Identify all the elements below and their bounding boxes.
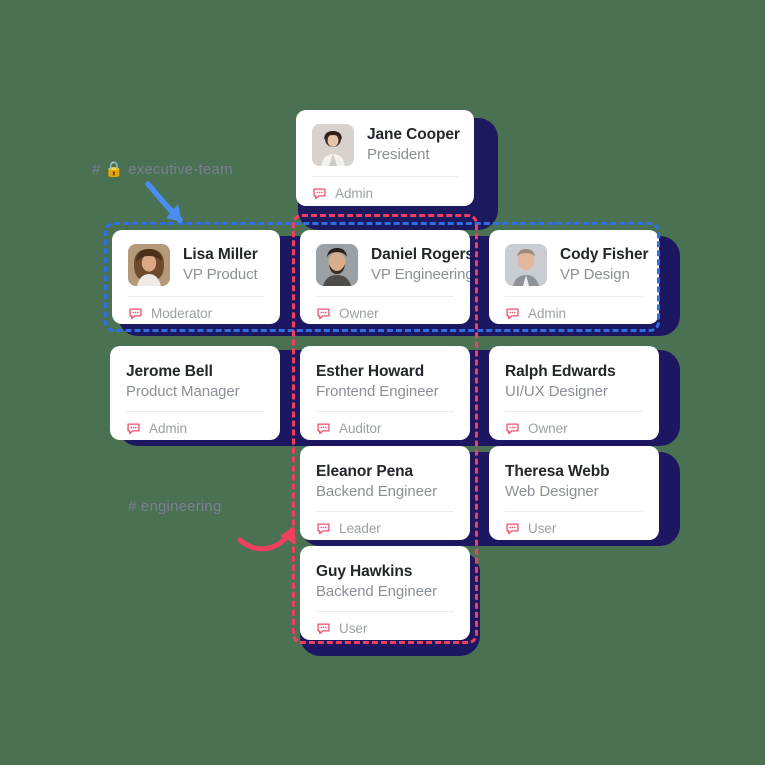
- card-footer: User: [489, 512, 659, 540]
- person-card-theresa-webb[interactable]: Theresa Webb Web Designer User: [489, 446, 659, 540]
- person-role: Backend Engineer: [316, 582, 437, 600]
- person-name: Cody Fisher: [560, 246, 649, 264]
- person-name: Jerome Bell: [126, 363, 213, 380]
- annotation-executive-team: # 🔒 executive-team: [92, 160, 233, 223]
- card-footer: User: [300, 612, 470, 640]
- card-body: Jerome Bell Product Manager: [110, 346, 280, 411]
- person-role: Web Designer: [505, 482, 599, 500]
- chat-bubble-icon: [127, 423, 140, 435]
- person-text: Ralph Edwards UI/UX Designer: [505, 362, 616, 401]
- arrow-down-right-icon: [145, 181, 183, 223]
- role-tag: Admin: [528, 306, 567, 321]
- annotation-engineering: # engineering: [128, 498, 296, 552]
- chat-bubble-icon: [317, 523, 330, 535]
- role-tag: User: [339, 621, 368, 637]
- person-text: Jane Cooper President: [367, 125, 460, 164]
- person-role: Backend Engineer: [316, 482, 437, 500]
- person-text: Daniel Rogers VP Engineering: [371, 245, 470, 284]
- card-body: Lisa Miller VP Product: [112, 230, 280, 296]
- person-name: Daniel Rogers: [371, 246, 470, 264]
- avatar-daniel-rogers: [316, 244, 358, 286]
- person-name: Lisa Miller: [183, 246, 258, 264]
- org-chart-canvas: # 🔒 executive-team # engineering Jane Co…: [0, 0, 765, 765]
- annotation-engineering-label: # engineering: [128, 498, 222, 515]
- chat-bubble-icon: [317, 423, 330, 435]
- person-text: Theresa Webb Web Designer: [505, 462, 610, 501]
- card-body: Jane Cooper President: [296, 110, 474, 176]
- card-footer: Admin: [489, 297, 659, 324]
- person-role: VP Product: [183, 266, 258, 284]
- card-body: Eleanor Pena Backend Engineer: [300, 446, 470, 511]
- person-role: Product Manager: [126, 382, 240, 400]
- person-name: Esther Howard: [316, 363, 425, 380]
- card-body: Guy Hawkins Backend Engineer: [300, 546, 470, 611]
- person-card-eleanor-pena[interactable]: Eleanor Pena Backend Engineer Leader: [300, 446, 470, 540]
- card-body: Ralph Edwards UI/UX Designer: [489, 346, 659, 411]
- card-footer: Admin: [296, 177, 474, 206]
- role-tag: Owner: [339, 306, 379, 321]
- chat-bubble-icon: [506, 523, 519, 535]
- person-card-cody-fisher[interactable]: Cody Fisher VP Design Admin: [489, 230, 659, 324]
- avatar-cody-fisher: [505, 244, 547, 286]
- chat-bubble-icon: [506, 423, 519, 435]
- person-card-esther-howard[interactable]: Esther Howard Frontend Engineer Auditor: [300, 346, 470, 440]
- card-footer: Owner: [300, 297, 470, 324]
- role-tag: Leader: [339, 521, 381, 537]
- person-role: UI/UX Designer: [505, 382, 608, 400]
- card-body: Esther Howard Frontend Engineer: [300, 346, 470, 411]
- person-name: Ralph Edwards: [505, 363, 616, 380]
- role-tag: Auditor: [339, 421, 382, 437]
- person-text: Esther Howard Frontend Engineer: [316, 362, 439, 401]
- person-role: Frontend Engineer: [316, 382, 439, 400]
- person-card-jerome-bell[interactable]: Jerome Bell Product Manager Admin: [110, 346, 280, 440]
- chat-bubble-icon: [506, 308, 519, 320]
- person-card-daniel-rogers[interactable]: Daniel Rogers VP Engineering Owner: [300, 230, 470, 324]
- person-role: President: [367, 146, 430, 164]
- person-role: VP Design: [560, 266, 630, 284]
- person-name: Theresa Webb: [505, 463, 610, 480]
- role-tag: Moderator: [151, 306, 213, 321]
- card-footer: Leader: [300, 512, 470, 540]
- person-role: VP Engineering: [371, 266, 470, 284]
- chat-bubble-icon: [317, 623, 330, 635]
- card-footer: Auditor: [300, 412, 470, 440]
- chat-bubble-icon: [313, 188, 326, 200]
- chat-bubble-icon: [129, 308, 142, 320]
- person-name: Eleanor Pena: [316, 463, 414, 480]
- person-text: Eleanor Pena Backend Engineer: [316, 462, 437, 501]
- role-tag: Admin: [149, 421, 188, 437]
- card-body: Theresa Webb Web Designer: [489, 446, 659, 511]
- card-footer: Owner: [489, 412, 659, 440]
- avatar-lisa-miller: [128, 244, 170, 286]
- card-body: Cody Fisher VP Design: [489, 230, 659, 296]
- role-tag: User: [528, 521, 557, 537]
- person-name: Jane Cooper: [367, 126, 460, 144]
- role-tag: Admin: [335, 186, 374, 201]
- person-card-ralph-edwards[interactable]: Ralph Edwards UI/UX Designer Owner: [489, 346, 659, 440]
- person-text: Guy Hawkins Backend Engineer: [316, 562, 437, 601]
- card-footer: Moderator: [112, 297, 280, 324]
- person-text: Jerome Bell Product Manager: [126, 362, 240, 401]
- arrow-curve-right-icon: [237, 526, 296, 552]
- person-card-guy-hawkins[interactable]: Guy Hawkins Backend Engineer User: [300, 546, 470, 640]
- avatar-jane-cooper: [312, 124, 354, 166]
- person-card-lisa-miller[interactable]: Lisa Miller VP Product Moderator: [112, 230, 280, 324]
- card-footer: Admin: [110, 412, 280, 440]
- person-text: Cody Fisher VP Design: [560, 245, 649, 284]
- annotation-executive-team-label: # 🔒 executive-team: [92, 161, 233, 178]
- person-card-jane-cooper[interactable]: Jane Cooper President Admin: [296, 110, 474, 206]
- person-name: Guy Hawkins: [316, 563, 413, 580]
- role-tag: Owner: [528, 421, 568, 437]
- card-body: Daniel Rogers VP Engineering: [300, 230, 470, 296]
- chat-bubble-icon: [317, 308, 330, 320]
- person-text: Lisa Miller VP Product: [183, 245, 258, 284]
